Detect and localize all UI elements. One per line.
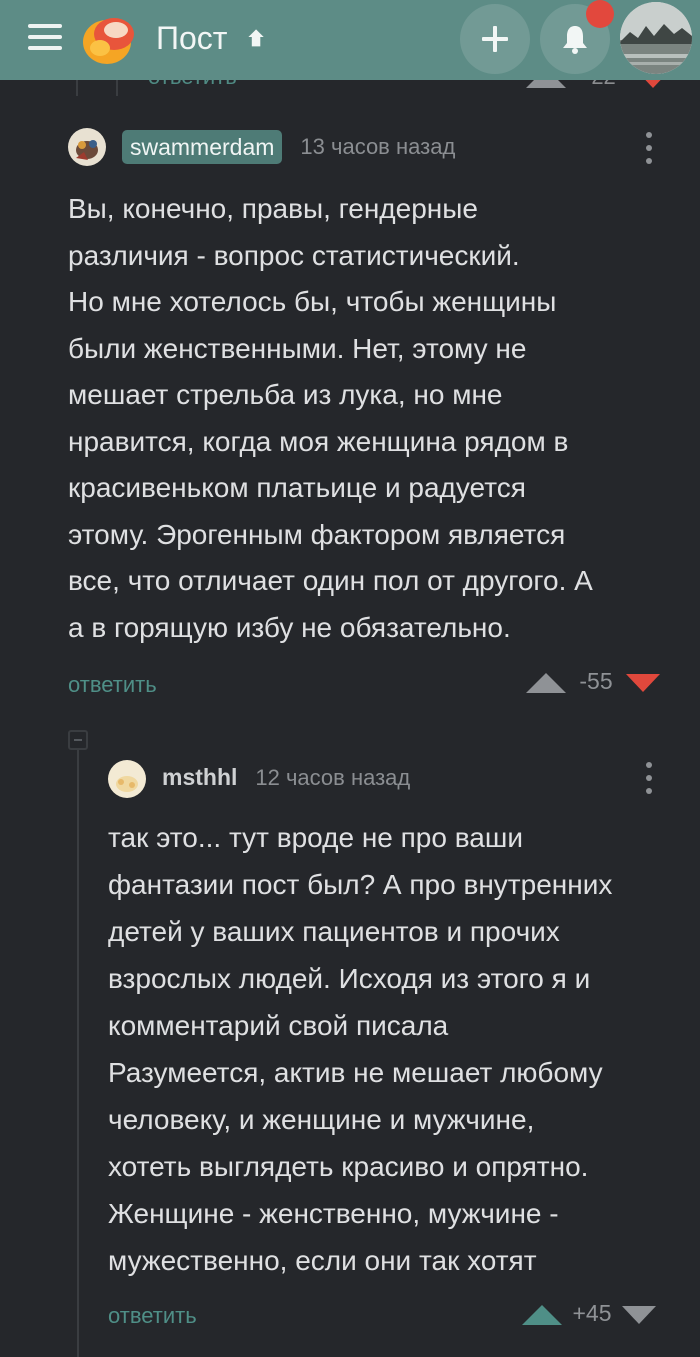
bell-icon (563, 26, 587, 54)
comment-time: 12 часов назад (255, 764, 411, 790)
downvote-icon[interactable] (622, 1304, 656, 1324)
pikabu-logo[interactable] (80, 8, 140, 66)
downvote-icon[interactable] (636, 80, 670, 90)
comment-text: так это... тут вроде не про ваши фантази… (108, 822, 613, 1276)
user-avatar[interactable] (108, 760, 146, 798)
comment-score: -22 (584, 80, 616, 90)
top-bar: Пост (0, 0, 700, 80)
comment-score: -55 (579, 668, 613, 694)
arrow-up-icon[interactable] (245, 26, 267, 50)
avatar[interactable] (620, 2, 692, 74)
username[interactable]: msthhl (162, 764, 237, 791)
user-avatar[interactable] (68, 128, 106, 166)
previous-comment-footer: ответить -22 (0, 80, 700, 96)
thread-line (76, 80, 78, 96)
upvote-icon[interactable] (526, 671, 566, 693)
upvote-icon[interactable] (526, 80, 566, 92)
thread-line (77, 750, 79, 1357)
downvote-icon[interactable] (626, 672, 660, 692)
thread-line (116, 80, 118, 96)
menu-icon[interactable] (28, 24, 62, 50)
comment-text: Вы, конечно, правы, гендерные различия -… (68, 193, 593, 643)
reply-link[interactable]: ответить (68, 672, 157, 698)
more-options-icon[interactable] (644, 132, 654, 166)
comment-time: 13 часов назад (300, 134, 456, 159)
reply-link[interactable]: ответить (148, 80, 237, 90)
notification-badge (586, 0, 614, 28)
comment-score: +45 (572, 1300, 612, 1326)
more-options-icon[interactable] (644, 762, 654, 796)
username-badge[interactable]: swammerdam (122, 130, 283, 164)
reply-link[interactable]: ответить (108, 1303, 197, 1329)
page-title[interactable]: Пост (156, 20, 227, 57)
collapse-thread-button[interactable] (68, 730, 88, 750)
add-post-button[interactable] (460, 4, 530, 74)
plus-icon (482, 26, 508, 52)
upvote-icon[interactable] (522, 1303, 562, 1325)
